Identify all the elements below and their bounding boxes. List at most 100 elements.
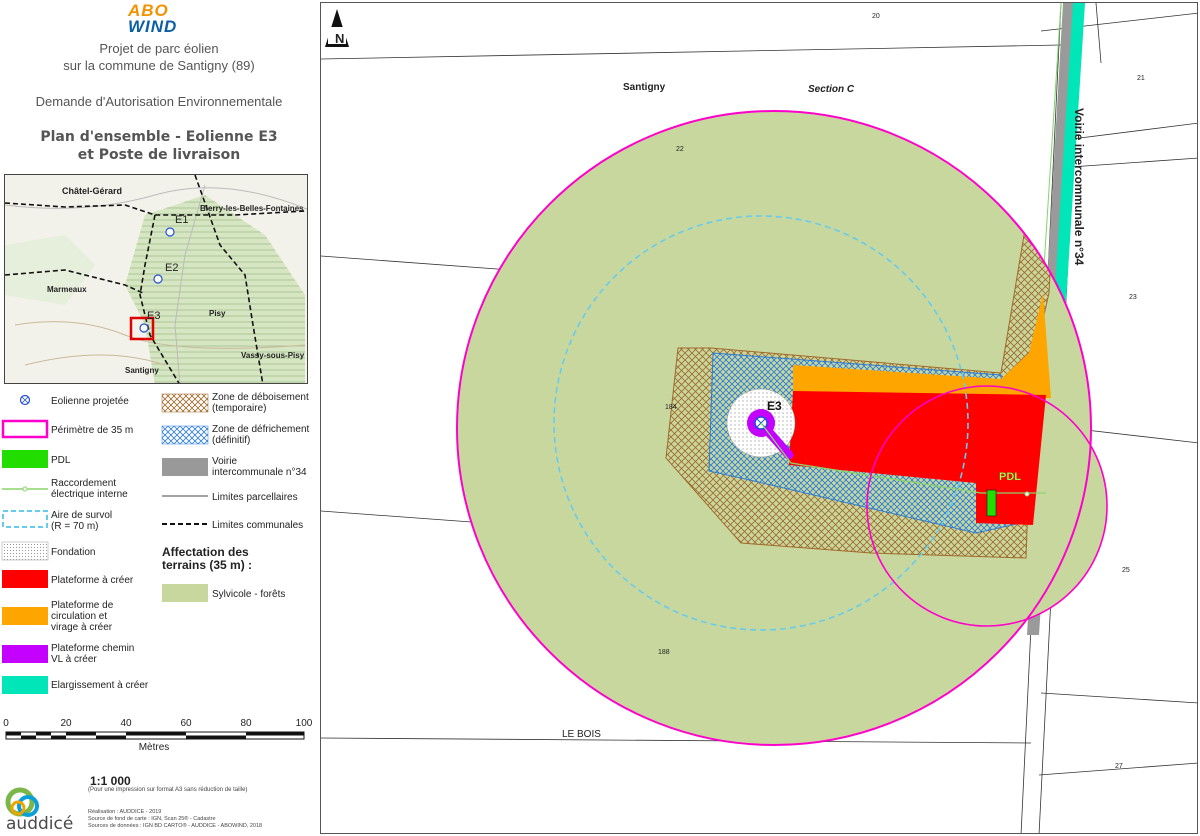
parcel-27: 27	[1115, 763, 1123, 770]
inset-place-vassy: Vassy-sous-Pisy	[241, 351, 305, 360]
plan-title: Plan d'ensemble - Eolienne E3 et Poste d…	[0, 128, 318, 164]
logo-line2: WIND	[128, 17, 178, 36]
abowind-logo: ABO WIND	[128, 2, 188, 36]
legend-chemin-swatch	[2, 645, 48, 663]
scale-tick-60: 60	[180, 718, 192, 729]
legend-pdl-swatch	[2, 450, 48, 468]
credits: Réalisation : AUDDICE - 2019 Source de f…	[88, 809, 262, 830]
parcel-188: 188	[658, 649, 670, 656]
legend-voirie-label: Voirie intercommunale n°34	[212, 456, 307, 478]
map-pdl-label: PDL	[999, 471, 1021, 483]
map-turbine-label: E3	[767, 399, 782, 413]
legend-aire-l2: (R = 70 m)	[51, 521, 99, 532]
credit-line-2: Source de fond de carte : IGN, Scan 25® …	[88, 816, 216, 822]
legend-raccordement-label: Raccordement électrique interne	[51, 478, 128, 500]
map-route-label: Voirie intercommunale n°34	[1072, 108, 1086, 266]
inset-turbine-e1	[165, 227, 175, 237]
legend-fondation-label: Fondation	[51, 547, 96, 558]
legend-sylvicole-label: Sylvicole - forêts	[212, 589, 286, 600]
legend-circulation-l3: virage à créer	[51, 622, 113, 633]
legend-circulation-swatch	[2, 607, 48, 625]
inset-label-e1: E1	[175, 214, 188, 226]
north-label: N	[335, 31, 345, 46]
project-title: Projet de parc éolien sur la commune de …	[0, 40, 318, 74]
legend-elargissement-swatch	[2, 676, 48, 694]
credit-line-3: Sources de données : IGN BD CARTO® - AUD…	[88, 823, 263, 829]
parcel-23: 23	[1129, 294, 1137, 301]
inset-place-bierry: Bierry-les-Belles-Fontaines	[200, 204, 304, 213]
legend-chemin-l1: Plateforme chemin	[51, 643, 135, 654]
legend-circulation-l2: circulation et	[51, 611, 108, 622]
legend-raccordement-l1: Raccordement	[51, 478, 117, 489]
inset-label-e2: E2	[165, 262, 178, 274]
dae-title: Demande d'Autorisation Environnementale	[35, 94, 283, 109]
credit-line-1: Réalisation : AUDDICE - 2019	[88, 809, 162, 815]
legend-eolienne-label: Eolienne projetée	[51, 396, 129, 407]
location-inset-map: Châtel-Gérard Bierry-les-Belles-Fontaine…	[4, 174, 308, 384]
legend-eolienne-icon	[19, 394, 31, 406]
scale-tick-100: 100	[295, 718, 313, 729]
legend-defrichement-l2: (définitif)	[212, 435, 251, 446]
parcel-21: 21	[1137, 75, 1145, 82]
plan-line1: Plan d'ensemble - Eolienne E3	[40, 129, 278, 145]
inset-place-santigny: Santigny	[125, 366, 159, 375]
legend-aire-l1: Aire de survol	[51, 510, 113, 521]
legend-panel: ABO WIND Projet de parc éolien sur la co…	[0, 0, 318, 836]
inset-place-marmeaux: Marmeaux	[47, 285, 87, 294]
inset-turbine-e2	[153, 274, 163, 284]
legend-limites-comm-label: Limites communales	[212, 520, 304, 531]
legend-limites-parc-label: Limites parcellaires	[212, 492, 298, 503]
legend-voirie-l2: intercommunale n°34	[212, 467, 307, 478]
legend-defrichement-label: Zone de défrichement (définitif)	[212, 424, 309, 446]
legend-defrichement-l1: Zone de défrichement	[212, 424, 310, 435]
parcel-25: 25	[1122, 567, 1130, 574]
legend-deboisement-swatch	[161, 393, 209, 413]
legend-plateforme-swatch	[2, 570, 48, 588]
scale-ratio-note: (Pour une impression sur format A3 sans …	[88, 787, 248, 793]
project-line2: sur la commune de Santigny (89)	[63, 58, 255, 73]
legend-deboisement-l2: (temporaire)	[212, 403, 267, 414]
project-line1: Projet de parc éolien	[99, 41, 219, 56]
inset-place-chatel: Châtel-Gérard	[62, 186, 122, 196]
legend-perimetre-label: Périmètre de 35 m	[51, 425, 134, 436]
scale-tick-20: 20	[60, 718, 72, 729]
parcel-184: 184	[665, 404, 677, 411]
legend-circulation-label: Plateforme de circulation et virage à cr…	[51, 600, 113, 633]
parcel-22: 22	[676, 146, 684, 153]
auddice-wordmark: auddicé	[6, 814, 74, 834]
legend-voirie-l1: Voirie	[212, 456, 238, 467]
scale-unit: Mètres	[138, 742, 170, 753]
legend-defrichement-swatch	[161, 425, 209, 445]
legend-chemin-label: Plateforme chemin VL à créer	[51, 643, 134, 665]
legend-elargissement-label: Elargissement à créer	[51, 680, 149, 691]
legend-aire-swatch	[2, 510, 48, 528]
legend-perimetre-swatch	[1, 419, 49, 439]
map-lieu-dit-label: LE BOIS	[562, 729, 601, 740]
inset-place-pisy: Pisy	[209, 309, 226, 318]
inset-label-e3: E3	[147, 310, 160, 322]
main-map[interactable]: N Santigny Section C LE BOIS Voirie inte…	[320, 2, 1198, 834]
scale-tick-80: 80	[240, 718, 252, 729]
legend-pdl-label: PDL	[51, 455, 71, 466]
inset-turbine-e3	[139, 323, 149, 333]
scale-tick-40: 40	[120, 718, 132, 729]
plan-line2: et Poste de livraison	[77, 147, 241, 163]
legend-sylvicole-swatch	[162, 584, 208, 602]
legend-raccordement-swatch	[2, 486, 48, 492]
scale-tick-0: 0	[3, 718, 9, 729]
map-section-label: Section C	[808, 84, 855, 95]
legend-deboisement-l1: Zone de déboisement	[212, 392, 309, 403]
legend-affectation-l2: terrains (35 m) :	[162, 558, 253, 572]
legend-fondation-swatch	[1, 541, 49, 561]
parcel-20: 20	[872, 13, 880, 20]
legend-affectation-title: Affectation des terrains (35 m) :	[162, 546, 252, 572]
legend-voirie-swatch	[162, 458, 208, 476]
legend-deboisement-label: Zone de déboisement (temporaire)	[212, 392, 309, 414]
legend-chemin-l2: VL à créer	[51, 654, 97, 665]
scale-ratio: 1:1 000	[90, 774, 131, 788]
legend-circulation-l1: Plateforme de	[51, 600, 114, 611]
map-commune-label: Santigny	[623, 82, 666, 93]
legend-aire-label: Aire de survol (R = 70 m)	[51, 510, 112, 532]
pdl-building	[986, 489, 997, 517]
legend-plateforme-label: Plateforme à créer	[51, 575, 134, 586]
